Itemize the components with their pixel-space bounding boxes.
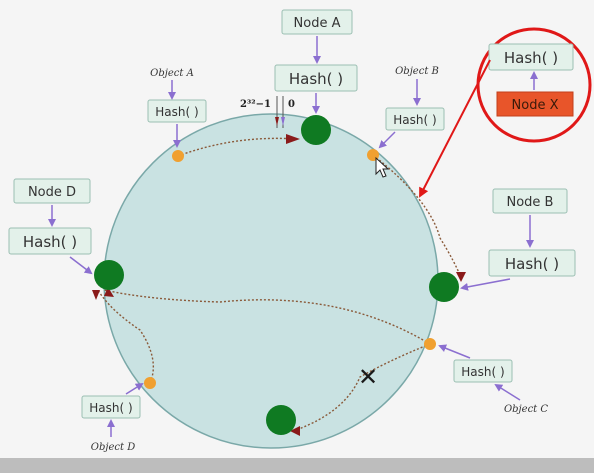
node-b-label: Node B	[507, 195, 554, 210]
object-a-hash: Hash( )	[155, 105, 198, 119]
object-b-label: Object B	[395, 66, 439, 77]
object-a-label: Object A	[150, 68, 194, 79]
bottom-bar	[0, 458, 594, 473]
removed-mapping-mark: ✕	[358, 363, 378, 391]
object-c-group: Hash( ) Object C	[438, 344, 548, 415]
object-c-label: Object C	[504, 404, 548, 415]
node-x-hash: Hash( )	[504, 49, 558, 67]
node-d-group: Node D Hash( )	[8, 178, 93, 275]
node-b-point	[429, 272, 459, 302]
ring-max-label: 2³²−1	[240, 99, 271, 110]
node-d-hash: Hash( )	[23, 233, 77, 251]
ring-zero-label: 0	[288, 99, 295, 110]
object-d-point	[144, 377, 156, 389]
node-a-group: Node A Hash( )	[274, 9, 358, 114]
object-a-point	[172, 150, 184, 162]
node-d-point	[94, 260, 124, 290]
object-b-group: Object B Hash( )	[378, 66, 445, 149]
node-b-hash: Hash( )	[505, 255, 559, 273]
node-b-group: Node B Hash( )	[460, 188, 576, 291]
node-d-label: Node D	[28, 185, 76, 200]
object-c-point	[424, 338, 436, 350]
object-d-group: Hash( ) Object D	[81, 382, 144, 453]
node-a-point	[301, 115, 331, 145]
node-a-hash: Hash( )	[289, 70, 343, 88]
object-b-hash: Hash( )	[393, 113, 436, 127]
node-a-label: Node A	[294, 16, 341, 31]
node-c-point	[266, 405, 296, 435]
object-d-hash: Hash( )	[89, 401, 132, 415]
object-c-hash: Hash( )	[461, 365, 504, 379]
object-d-label: Object D	[91, 442, 135, 453]
node-x-label: Node X	[512, 98, 559, 113]
hash-ring	[103, 113, 439, 449]
diagram-stage: 2³²−1 0 Node A Hash( ) Node B Hash( ) No…	[0, 0, 594, 473]
consistent-hashing-diagram: 2³²−1 0 Node A Hash( ) Node B Hash( ) No…	[8, 9, 592, 453]
node-x-group: Hash( ) Node X	[419, 27, 592, 198]
